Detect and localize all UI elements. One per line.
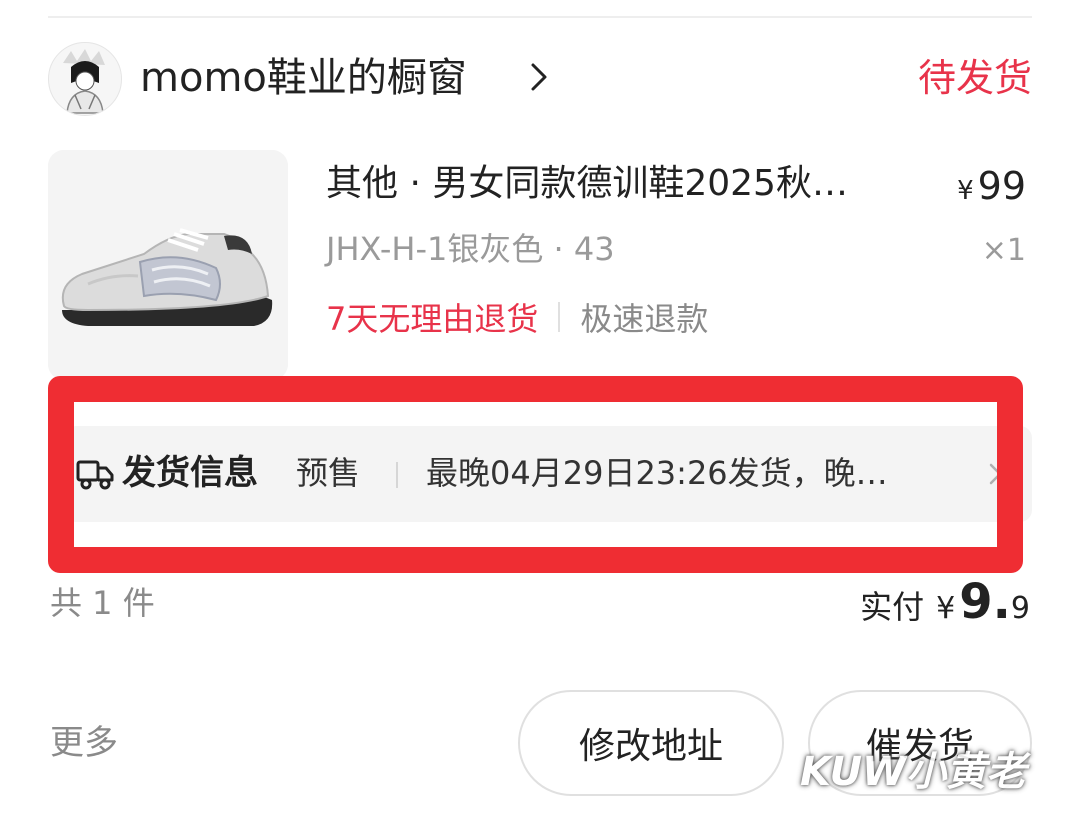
price-value: 99	[977, 164, 1026, 208]
highlight-annotation-box	[48, 376, 1023, 573]
product-title[interactable]: 其他 · 男女同款德训鞋2025秋…	[326, 158, 936, 210]
product-price: ¥99	[957, 160, 1026, 217]
tag-fast-refund: 极速退款	[580, 300, 709, 338]
paid-integer: 9.	[959, 574, 1011, 630]
product-quantity: ×1	[981, 233, 1026, 268]
top-divider	[48, 16, 1032, 18]
shop-name[interactable]: momo鞋业的橱窗	[140, 50, 467, 106]
item-count: 共 1 件	[50, 584, 155, 622]
order-status: 待发货	[917, 56, 1032, 100]
product-image[interactable]	[48, 150, 288, 380]
paid-label: 实付	[860, 588, 925, 626]
watermark: KUW小黄老	[800, 749, 1027, 795]
tag-7day-return: 7天无理由退货	[326, 300, 539, 338]
amount-paid: 实付 ¥9.9	[860, 574, 1030, 641]
service-tags: 7天无理由退货 极速退款	[326, 292, 708, 342]
more-button[interactable]: 更多	[50, 718, 118, 768]
shop-header[interactable]: momo鞋业的橱窗 待发货	[48, 40, 1032, 116]
tag-divider	[558, 302, 561, 332]
chevron-right-icon[interactable]	[524, 62, 554, 92]
paid-currency: ¥	[936, 591, 956, 626]
shop-avatar[interactable]	[48, 42, 122, 116]
paid-decimal: 9	[1010, 591, 1030, 626]
product-variant: JHX-H-1银灰色 · 43	[326, 230, 615, 268]
modify-address-button[interactable]: 修改地址	[518, 690, 784, 796]
price-currency: ¥	[957, 176, 974, 206]
